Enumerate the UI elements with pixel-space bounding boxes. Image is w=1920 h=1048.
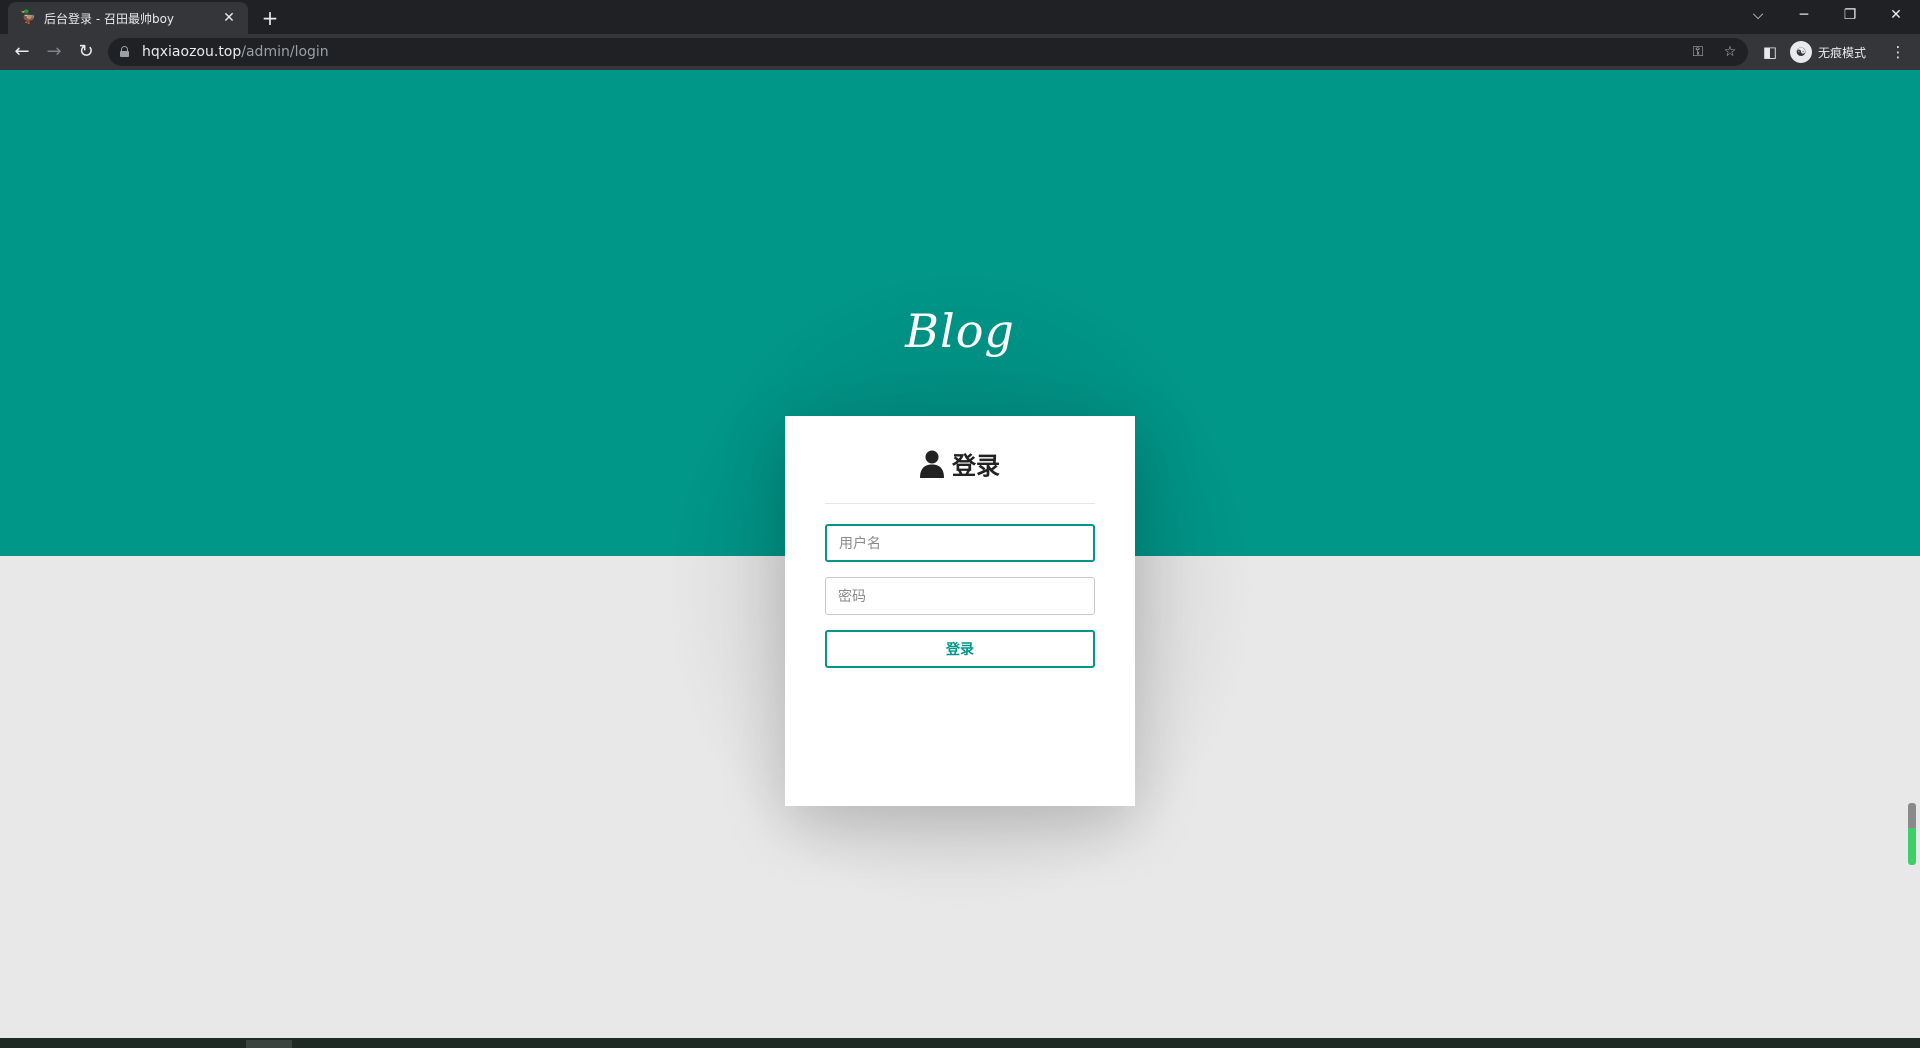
url-host: hqxiaozou.top bbox=[142, 44, 242, 60]
scroll-indicator[interactable] bbox=[1908, 803, 1916, 865]
taskbar bbox=[0, 1038, 1920, 1048]
password-input[interactable] bbox=[825, 577, 1095, 615]
browser-toolbar: ← → ↻ hqxiaozou.top/admin/login ⚿ ☆ ◧ ☯ … bbox=[0, 34, 1920, 70]
browser-tab[interactable]: 🦆 后台登录 - 召田最帅boy ✕ bbox=[8, 2, 248, 34]
username-input[interactable] bbox=[825, 524, 1095, 562]
incognito-profile-button[interactable]: ☯ 无痕模式 bbox=[1790, 39, 1880, 65]
lock-icon[interactable] bbox=[120, 46, 129, 57]
blog-logo: Blog bbox=[905, 304, 1015, 358]
login-title: 登录 bbox=[952, 452, 1000, 480]
profile-label: 无痕模式 bbox=[1818, 45, 1867, 60]
taskbar-item[interactable] bbox=[246, 1040, 292, 1048]
close-tab-icon[interactable]: ✕ bbox=[220, 9, 238, 27]
user-icon bbox=[920, 450, 944, 478]
bookmark-star-icon[interactable]: ☆ bbox=[1720, 42, 1740, 62]
close-window-button[interactable]: ✕ bbox=[1874, 0, 1918, 30]
new-tab-button[interactable]: + bbox=[258, 6, 282, 30]
forward-button[interactable]: → bbox=[42, 40, 66, 64]
page-content: Blog 登录 登录 bbox=[0, 70, 1920, 1038]
duck-icon: 🦆 bbox=[20, 10, 37, 25]
menu-icon[interactable]: ⋮ bbox=[1886, 40, 1910, 64]
side-panel-icon[interactable]: ◧ bbox=[1758, 40, 1782, 64]
tab-title: 后台登录 - 召田最帅boy bbox=[44, 11, 175, 26]
address-bar[interactable]: hqxiaozou.top/admin/login ⚿ ☆ bbox=[108, 38, 1748, 66]
tab-search-button[interactable]: ⌵ bbox=[1736, 0, 1780, 30]
tab-strip: 🦆 后台登录 - 召田最帅boy ✕ + ⌵ ─ ❐ ✕ bbox=[0, 0, 1920, 34]
back-button[interactable]: ← bbox=[10, 40, 34, 64]
login-header: 登录 bbox=[825, 416, 1095, 504]
key-icon[interactable]: ⚿ bbox=[1688, 42, 1708, 62]
login-button[interactable]: 登录 bbox=[825, 630, 1095, 668]
url-path: /admin/login bbox=[241, 44, 329, 60]
minimize-button[interactable]: ─ bbox=[1782, 0, 1826, 30]
incognito-icon: ☯ bbox=[1790, 41, 1812, 63]
reload-button[interactable]: ↻ bbox=[74, 40, 98, 64]
restore-button[interactable]: ❐ bbox=[1828, 0, 1872, 30]
login-card: 登录 登录 bbox=[785, 416, 1135, 806]
address-url[interactable]: hqxiaozou.top/admin/login bbox=[142, 38, 329, 66]
